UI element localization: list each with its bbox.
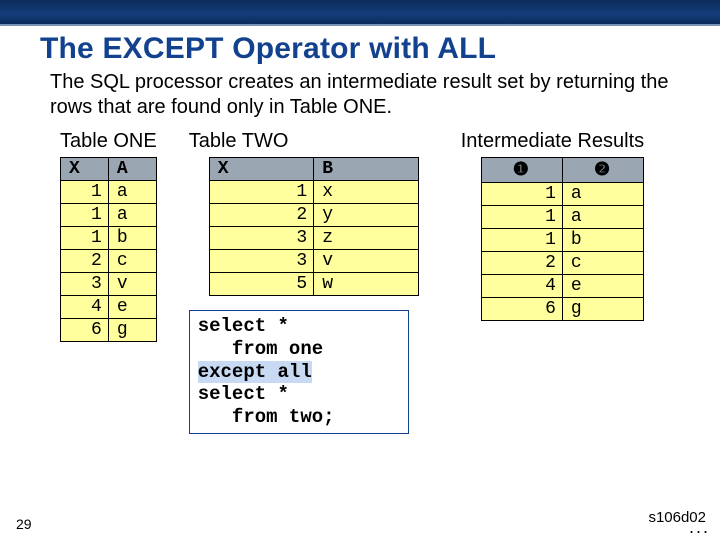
- code-line: except all: [198, 361, 400, 384]
- cell: a: [562, 183, 643, 206]
- code-line: from two;: [198, 406, 400, 429]
- table-one-label: Table ONE: [60, 130, 157, 153]
- table-row: 4e: [61, 296, 157, 319]
- cell: 2: [61, 250, 109, 273]
- cell: a: [562, 206, 643, 229]
- cell: 3: [209, 250, 314, 273]
- cell: 1: [481, 229, 562, 252]
- table-row: 3v: [61, 273, 157, 296]
- table-row: 1a: [481, 183, 643, 206]
- cell: 6: [481, 298, 562, 321]
- table-header-row: X A: [61, 158, 157, 181]
- table-results: ❶ ❷ 1a 1a 1b 2c 4e 6g: [481, 157, 644, 321]
- page-title: The EXCEPT Operator with ALL: [40, 32, 680, 66]
- table-row: 3v: [209, 250, 418, 273]
- table-row: 2c: [61, 250, 157, 273]
- cell: b: [108, 227, 156, 250]
- table-row: 3z: [209, 227, 418, 250]
- table-header-row: X B: [209, 158, 418, 181]
- cell: 4: [481, 275, 562, 298]
- table-row: 1b: [61, 227, 157, 250]
- table-header-cell: X: [209, 158, 314, 181]
- cell: a: [108, 181, 156, 204]
- table-row: 1x: [209, 181, 418, 204]
- table-header-cell: A: [108, 158, 156, 181]
- cell: y: [314, 204, 419, 227]
- table-row: 1a: [481, 206, 643, 229]
- table-row: 2c: [481, 252, 643, 275]
- table-header-cell: X: [61, 158, 109, 181]
- code-line: from one: [198, 338, 400, 361]
- cell: 1: [61, 227, 109, 250]
- table-header-cell: ❷: [562, 158, 643, 183]
- results-label: Intermediate Results: [461, 130, 644, 153]
- cell: b: [562, 229, 643, 252]
- cell: 1: [209, 181, 314, 204]
- cell: 2: [481, 252, 562, 275]
- table-two-label: Table TWO: [189, 130, 419, 153]
- description-text: The SQL processor creates an intermediat…: [50, 70, 680, 120]
- cell: 1: [481, 183, 562, 206]
- sql-code-box: select * from one except all select * fr…: [189, 310, 409, 434]
- slide-number: 29: [16, 516, 32, 532]
- cell: v: [314, 250, 419, 273]
- results-label-text: Intermediate Results: [461, 130, 644, 152]
- cell: g: [108, 319, 156, 342]
- cell: x: [314, 181, 419, 204]
- table-row: 4e: [481, 275, 643, 298]
- table-row: 6g: [481, 298, 643, 321]
- table-two: X B 1x 2y 3z 3v 5w: [209, 157, 419, 296]
- cell: z: [314, 227, 419, 250]
- col-table-one: Table ONE X A 1a 1a 1b 2c 3v 4e 6g: [60, 130, 157, 342]
- cell: 6: [61, 319, 109, 342]
- cell: e: [108, 296, 156, 319]
- cell: 1: [61, 204, 109, 227]
- cell: 1: [61, 181, 109, 204]
- table-row: 1a: [61, 181, 157, 204]
- cell: 5: [209, 273, 314, 296]
- cell: 2: [209, 204, 314, 227]
- code-line: select *: [198, 315, 400, 338]
- table-row: 1b: [481, 229, 643, 252]
- cell: 1: [481, 206, 562, 229]
- table-header-row: ❶ ❷: [481, 158, 643, 183]
- cell: c: [562, 252, 643, 275]
- table-row: 5w: [209, 273, 418, 296]
- cell: 4: [61, 296, 109, 319]
- table-header-cell: ❶: [481, 158, 562, 183]
- table-row: 2y: [209, 204, 418, 227]
- cell: c: [108, 250, 156, 273]
- col-table-two: Table TWO X B 1x 2y 3z 3v 5w select * fr…: [189, 130, 419, 434]
- code-line: select *: [198, 383, 400, 406]
- cell: 3: [209, 227, 314, 250]
- col-results: Intermediate Results ❶ ❷ 1a 1a 1b 2c 4e …: [461, 130, 644, 321]
- top-bar: [0, 0, 720, 26]
- cell: e: [562, 275, 643, 298]
- cell: w: [314, 273, 419, 296]
- code-highlight: except all: [198, 361, 312, 383]
- cell: 3: [61, 273, 109, 296]
- cell: a: [108, 204, 156, 227]
- content-area: Table ONE X A 1a 1a 1b 2c 3v 4e 6g Table…: [0, 130, 720, 434]
- ellipsis-icon: ...: [689, 517, 710, 538]
- table-one: X A 1a 1a 1b 2c 3v 4e 6g: [60, 157, 157, 342]
- table-row: 1a: [61, 204, 157, 227]
- table-header-cell: B: [314, 158, 419, 181]
- table-row: 6g: [61, 319, 157, 342]
- cell: v: [108, 273, 156, 296]
- cell: g: [562, 298, 643, 321]
